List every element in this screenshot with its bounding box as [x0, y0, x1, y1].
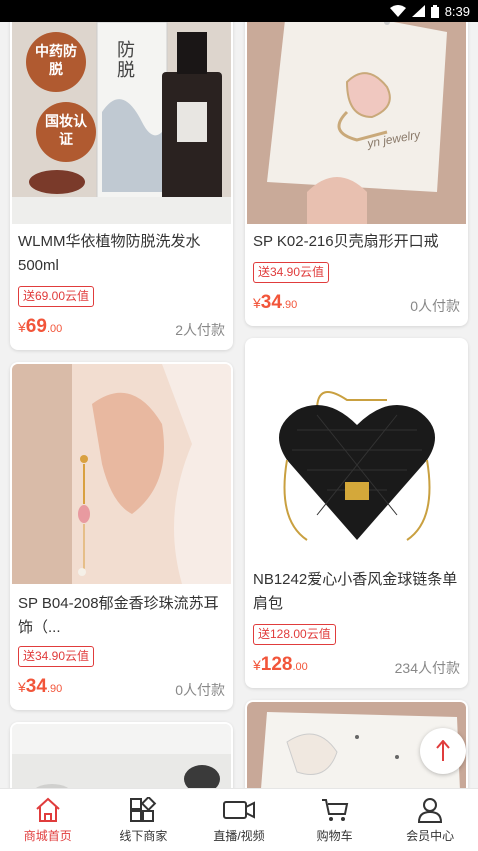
paid-count: 0人付款 — [175, 682, 225, 698]
tab-cart[interactable]: 购物车 — [287, 789, 383, 851]
product-image — [247, 340, 466, 560]
product-title[interactable]: WLMM华依植物防脱洗发水500ml — [18, 230, 225, 278]
status-time: 8:39 — [444, 3, 470, 19]
tab-label: 直播/视频 — [213, 829, 265, 843]
product-image: 中药防脱 国妆认证 防脱 — [12, 0, 231, 224]
tab-offline-merchants[interactable]: 线下商家 — [96, 789, 192, 851]
tab-label: 商城首页 — [23, 829, 72, 843]
product-image — [12, 724, 231, 788]
product-card[interactable]: NB1242爱心小香风金球链条单肩包 送128.00云值 ¥128.00 234… — [245, 338, 468, 688]
product-card[interactable]: SP B04-208郁金香珍珠流苏耳饰（... 送34.90云值 ¥34.90 … — [10, 362, 233, 710]
gift-value-badge: 送34.90云值 — [18, 646, 95, 667]
paid-count: 0人付款 — [410, 298, 460, 314]
home-icon — [34, 797, 62, 823]
gift-value-badge: 送128.00云值 — [253, 624, 336, 645]
gift-value-badge: 送69.00云值 — [18, 286, 95, 307]
paid-count: 2人付款 — [175, 322, 225, 338]
image-tag-herbal: 中药防脱 — [35, 43, 77, 77]
grid-icon — [129, 797, 157, 823]
user-icon — [416, 797, 444, 823]
product-image — [12, 364, 231, 584]
product-card[interactable] — [10, 722, 233, 788]
product-price: ¥128.00 — [253, 654, 308, 675]
gift-value-badge: 送34.90云值 — [253, 262, 330, 283]
tab-live-video[interactable]: 直播/视频 — [191, 789, 287, 851]
paid-count: 234人付款 — [394, 660, 460, 676]
tab-label: 会员中心 — [406, 829, 455, 843]
arrow-up-icon — [435, 740, 451, 762]
product-price: ¥69.00 — [18, 316, 63, 337]
image-tag-certified: 国妆认证 — [45, 113, 87, 147]
product-price: ¥34.90 — [18, 676, 63, 697]
product-image: yn jewelry — [247, 0, 466, 224]
product-card[interactable]: 中药防脱 国妆认证 防脱 WLMM华依植物防脱洗发水500ml 送69.00云值… — [10, 0, 233, 350]
battery-icon — [430, 4, 439, 18]
image-box-text: 防脱 — [117, 40, 135, 80]
product-title[interactable]: NB1242爱心小香风金球链条单肩包 — [253, 568, 460, 616]
bottom-tab-bar: 商城首页 线下商家 直播/视频 购物车 会员中心 — [0, 788, 478, 851]
tab-member-center[interactable]: 会员中心 — [382, 789, 478, 851]
product-feed[interactable]: 中药防脱 国妆认证 防脱 WLMM华依植物防脱洗发水500ml 送69.00云值… — [0, 0, 478, 788]
tab-label: 线下商家 — [119, 829, 168, 843]
scroll-to-top-button[interactable] — [420, 728, 466, 774]
product-card[interactable]: yn jewelry SP K02-216贝壳扇形开口戒 送34.90云值 ¥3… — [245, 0, 468, 326]
wifi-icon — [389, 5, 406, 17]
cart-icon — [320, 797, 350, 823]
product-price: ¥34.90 — [253, 292, 298, 313]
video-camera-icon — [222, 797, 256, 823]
product-title[interactable]: SP B04-208郁金香珍珠流苏耳饰（... — [18, 592, 225, 640]
product-title[interactable]: SP K02-216贝壳扇形开口戒 — [253, 230, 460, 254]
signal-icon — [411, 5, 425, 17]
tab-home[interactable]: 商城首页 — [0, 789, 96, 851]
status-bar: 8:39 — [0, 0, 478, 22]
tab-label: 购物车 — [316, 829, 353, 843]
